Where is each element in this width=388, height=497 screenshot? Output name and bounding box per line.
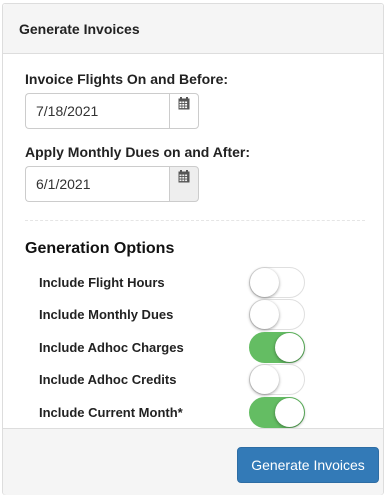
flights-before-date-group <box>25 93 199 129</box>
calendar-icon <box>178 97 190 110</box>
option-label: Include Monthly Dues <box>39 307 174 322</box>
adhoc-credits-toggle[interactable] <box>249 364 305 395</box>
dues-after-date-group <box>25 166 199 202</box>
monthly-dues-toggle[interactable] <box>249 299 305 330</box>
flights-before-calendar-button[interactable] <box>169 93 199 129</box>
toggle-knob <box>250 268 279 297</box>
generate-invoices-panel: Generate Invoices Invoice Flights On and… <box>2 3 384 495</box>
adhoc-charges-toggle[interactable] <box>249 332 305 363</box>
section-divider <box>25 220 365 221</box>
current-month-toggle[interactable] <box>249 397 305 428</box>
generate-invoices-button[interactable]: Generate Invoices <box>237 447 379 483</box>
panel-title: Generate Invoices <box>19 21 140 37</box>
option-label: Include Flight Hours <box>39 275 165 290</box>
flights-before-date-input[interactable] <box>25 93 169 129</box>
option-row-flight-hours: Include Flight Hours <box>3 267 383 299</box>
toggle-knob <box>275 333 304 362</box>
panel-heading: Generate Invoices <box>3 4 383 54</box>
generation-options-title: Generation Options <box>25 240 175 257</box>
option-row-adhoc-charges: Include Adhoc Charges <box>3 332 383 364</box>
panel-footer: Generate Invoices <box>3 428 383 495</box>
toggle-knob <box>250 300 279 329</box>
option-row-monthly-dues: Include Monthly Dues <box>3 299 383 331</box>
dues-after-label: Apply Monthly Dues on and After: <box>25 144 251 160</box>
option-label: Include Adhoc Charges <box>39 340 184 355</box>
flight-hours-toggle[interactable] <box>249 267 305 298</box>
option-label: Include Current Month* <box>39 405 183 420</box>
flights-before-label: Invoice Flights On and Before: <box>25 71 229 87</box>
option-row-adhoc-credits: Include Adhoc Credits <box>3 364 383 396</box>
dues-after-date-input[interactable] <box>25 166 169 202</box>
option-row-current-month: Include Current Month* <box>3 397 383 429</box>
option-label: Include Adhoc Credits <box>39 372 177 387</box>
toggle-knob <box>275 398 304 427</box>
calendar-icon <box>178 170 190 183</box>
dues-after-calendar-button[interactable] <box>169 166 199 202</box>
toggle-knob <box>250 365 279 394</box>
